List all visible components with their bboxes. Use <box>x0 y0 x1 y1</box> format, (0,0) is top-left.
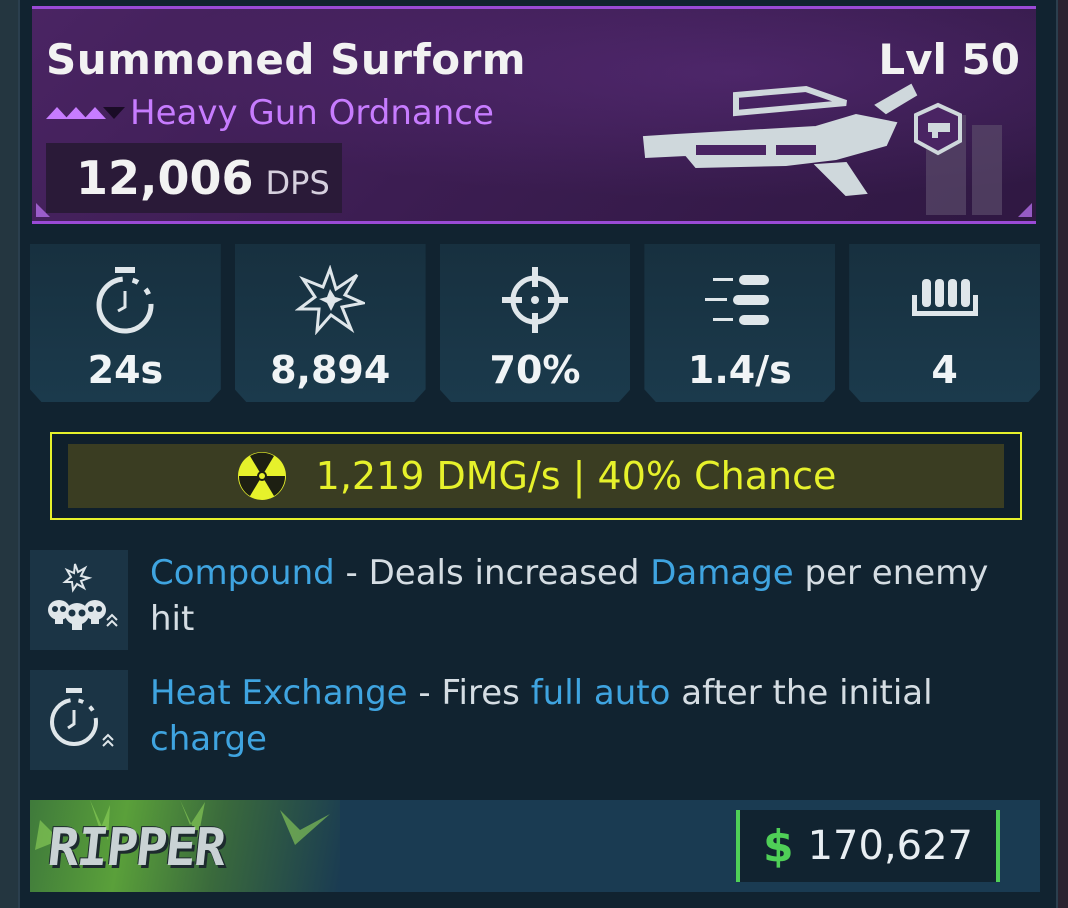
weapon-image <box>642 83 1002 215</box>
stat-value: 1.4/s <box>687 348 792 392</box>
stat-value: 70% <box>489 348 581 392</box>
stat-accuracy: 70% <box>439 244 631 402</box>
left-edge <box>0 0 18 908</box>
right-edge <box>1058 0 1068 908</box>
element-effect-text: 1,219 DMG/s | 40% Chance <box>315 454 837 498</box>
crosshair-icon <box>495 260 575 340</box>
fire-rate-bullets-icon <box>700 260 780 340</box>
perk-keyword: Heat Exchange <box>150 673 408 713</box>
stat-fire-rate: 1.4/s <box>644 244 836 402</box>
stat-value: 8,894 <box>270 348 391 392</box>
damage-burst-icon <box>290 260 370 340</box>
perk-text-segment: - Deals increased <box>334 553 651 593</box>
perk-text-segment: after the initial <box>670 673 933 713</box>
price-value: 170,627 <box>807 823 974 869</box>
perk-description: Heat Exchange - Fires full auto after th… <box>150 670 1030 770</box>
stopwatch-upgrade-icon <box>30 670 128 770</box>
stat-damage: 8,894 <box>234 244 426 402</box>
item-footer: RIPPER $ 170,627 <box>30 800 1040 892</box>
weapon-type-row: Heavy Gun Ordnance <box>46 93 494 133</box>
stat-value: 24s <box>87 348 164 392</box>
magazine-icon <box>905 260 985 340</box>
perk-keyword: charge <box>150 719 267 759</box>
dps-value: 12,006 <box>76 151 254 205</box>
dps-unit: DPS <box>265 164 330 202</box>
rarity-icon <box>46 107 125 119</box>
currency-icon: $ <box>762 820 794 872</box>
perk-heat-exchange: Heat Exchange - Fires full auto after th… <box>30 670 1040 770</box>
stats-row: 24s 8,894 70% 1.4/s 4 <box>30 244 1040 402</box>
manufacturer-name: RIPPER <box>44 818 227 878</box>
price-display: $ 170,627 <box>736 810 1000 882</box>
stat-value: 4 <box>931 348 958 392</box>
weapon-name: Summoned Surform <box>46 35 527 84</box>
stopwatch-icon <box>85 260 165 340</box>
radiation-icon <box>237 452 286 500</box>
perk-compound: Compound - Deals increased Damage per en… <box>30 550 1040 650</box>
stat-reload-time: 24s <box>30 244 221 402</box>
perk-text-segment: - Fires <box>407 673 531 713</box>
perk-keyword: full auto <box>530 673 671 713</box>
perk-description: Compound - Deals increased Damage per en… <box>150 550 1030 650</box>
weapon-type: Heavy Gun Ordnance <box>130 93 494 133</box>
perk-keyword: Damage <box>650 553 794 593</box>
element-effect-bar: 1,219 DMG/s | 40% Chance <box>50 432 1022 520</box>
weapon-header: Summoned Surform Lvl 50 Heavy Gun Ordnan… <box>32 6 1036 224</box>
stat-magazine: 4 <box>849 244 1040 402</box>
perk-keyword: Compound <box>150 553 335 593</box>
manufacturer-logo: RIPPER <box>30 800 340 892</box>
dps-display: 12,006 DPS <box>46 143 342 213</box>
skulls-icon <box>30 550 128 650</box>
